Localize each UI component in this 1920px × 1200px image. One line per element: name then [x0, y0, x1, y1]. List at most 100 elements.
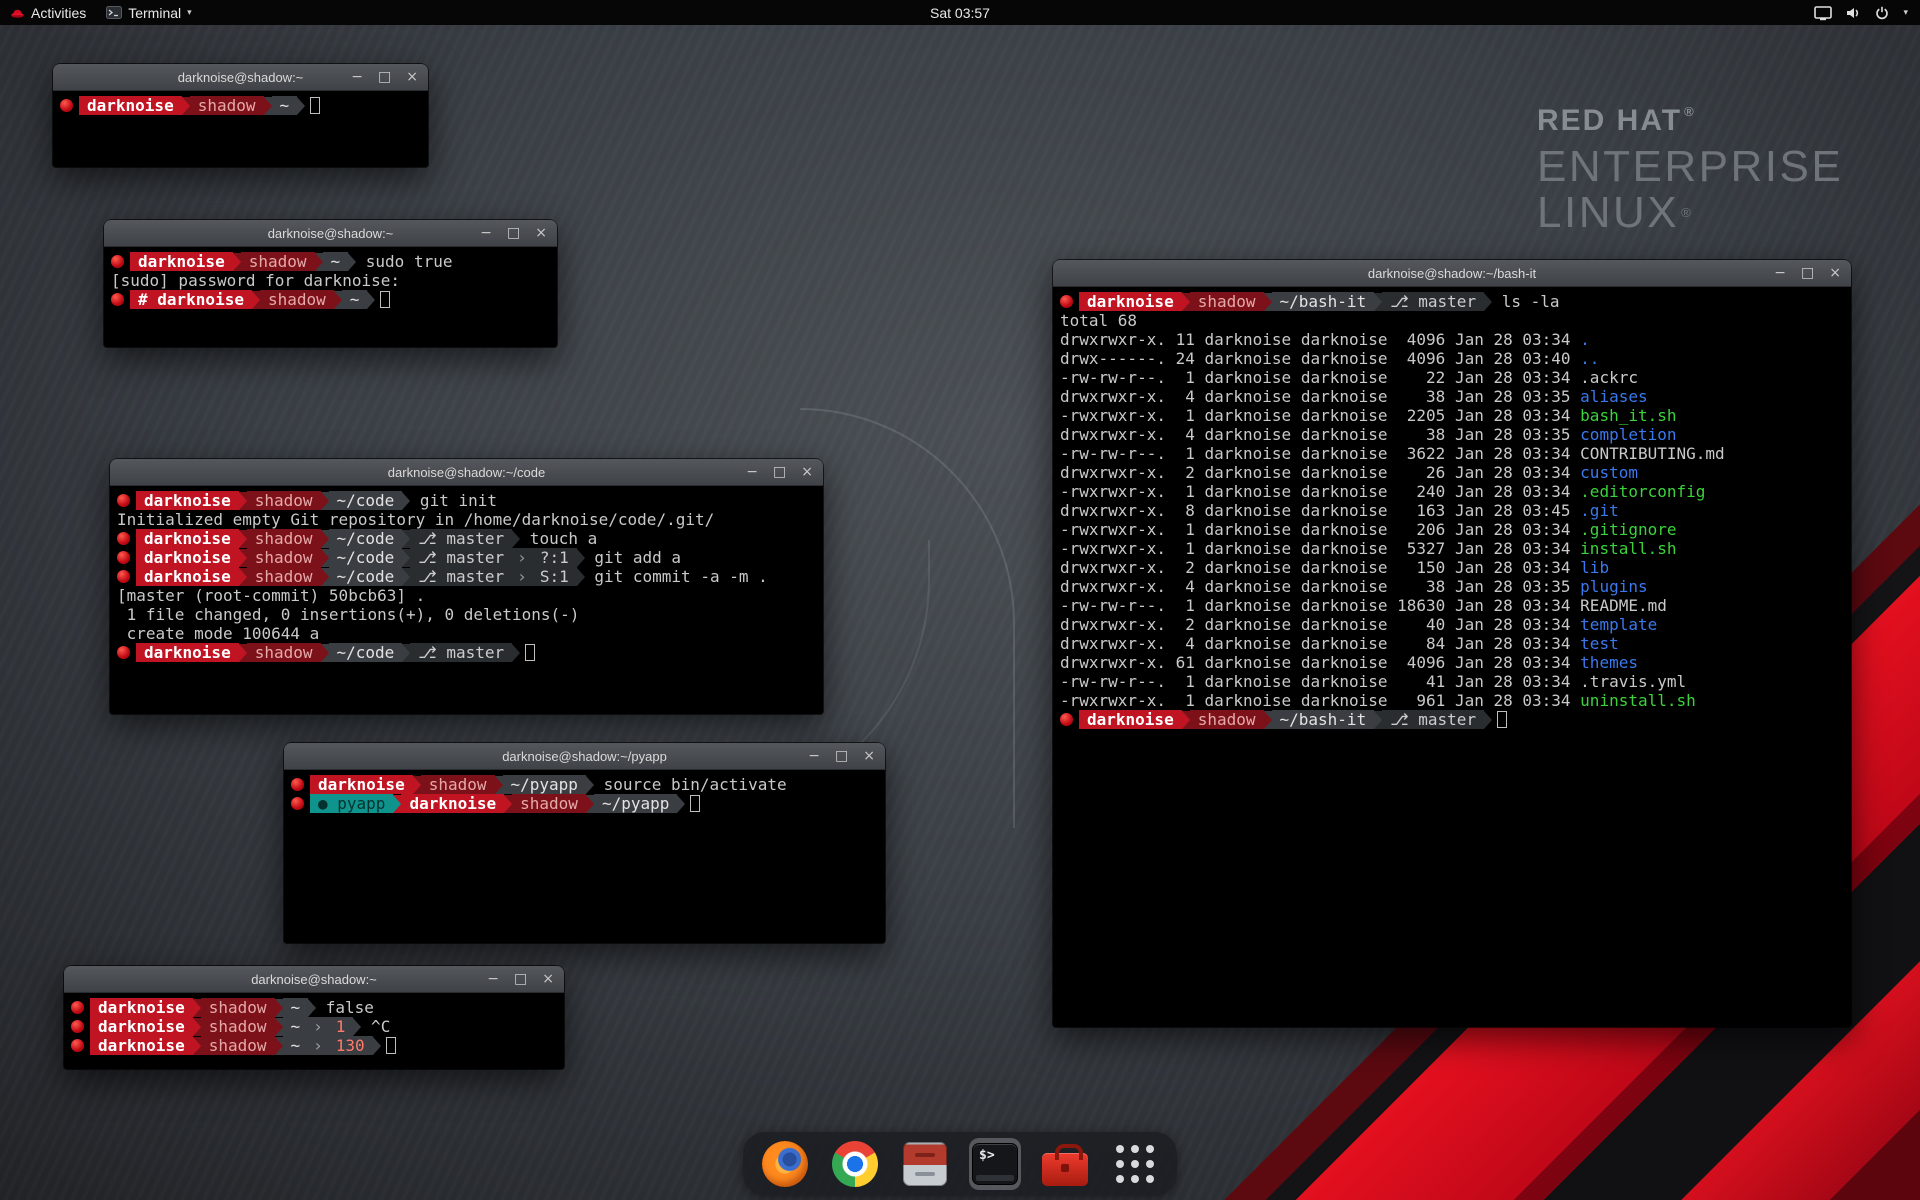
terminal-line: darknoiseshadow~/code⎇ master — [117, 643, 816, 662]
window-controls: − □ × — [808, 743, 875, 769]
minimize-button[interactable]: − — [1774, 266, 1786, 280]
files-icon — [903, 1142, 947, 1186]
maximize-button[interactable]: □ — [835, 749, 848, 763]
terminal-line: darknoiseshadow~/bash-it⎇ master ls -la — [1060, 292, 1844, 311]
dock-chrome[interactable] — [829, 1138, 881, 1190]
clock[interactable]: Sat 03:57 — [920, 0, 1000, 25]
prompt-arrow-icon — [275, 1037, 283, 1055]
prompt-arrow-icon — [321, 549, 329, 567]
redhat-prompt-icon — [111, 293, 124, 306]
prompt-segment-git: S:1 — [532, 567, 577, 586]
window-titlebar[interactable]: darknoise@shadow:~/pyapp−□× — [284, 743, 885, 770]
prompt-arrow-icon — [1182, 293, 1190, 311]
terminal-text: .gitignore — [1580, 520, 1676, 539]
terminal-text: custom — [1580, 463, 1638, 482]
terminal-window[interactable]: darknoise@shadow:~/code−□×darknoiseshado… — [110, 459, 823, 714]
maximize-button[interactable]: □ — [514, 972, 527, 986]
redhat-prompt-icon — [71, 1039, 84, 1052]
terminal-line: [sudo] password for darknoise: — [111, 271, 550, 290]
prompt-arrow-icon — [586, 776, 594, 794]
terminal-window[interactable]: darknoise@shadow:~/pyapp−□×darknoiseshad… — [284, 743, 885, 943]
terminal-text: Initialized empty Git repository in /hom… — [117, 510, 714, 529]
terminal-text: -rw-rw-r--. 1 darknoise darknoise 18630 … — [1060, 596, 1667, 615]
terminal-window[interactable]: darknoise@shadow:~/bash-it−□×darknoisesh… — [1053, 260, 1851, 1027]
maximize-button[interactable]: □ — [773, 465, 786, 479]
terminal-content[interactable]: darknoiseshadow~ sudo true[sudo] passwor… — [104, 247, 557, 347]
terminal-window[interactable]: darknoise@shadow:~−□×darknoiseshadow~ fa… — [64, 966, 564, 1069]
terminal-content[interactable]: darknoiseshadow~/pyapp source bin/activa… — [284, 770, 885, 943]
maximize-button[interactable]: □ — [1801, 266, 1814, 280]
terminal-text: drwxrwxr-x. 2 darknoise darknoise 26 Jan… — [1060, 463, 1580, 482]
prompt-arrow-icon — [239, 492, 247, 510]
minimize-button[interactable]: − — [487, 972, 499, 986]
window-controls: − □ × — [351, 64, 418, 90]
dock-files[interactable] — [899, 1138, 951, 1190]
prompt-arrow-icon — [1484, 293, 1492, 311]
prompt-segment-user: # darknoise — [130, 290, 252, 309]
dock-firefox[interactable] — [759, 1138, 811, 1190]
terminal-text: install.sh — [1580, 539, 1676, 558]
terminal-text: template — [1580, 615, 1657, 634]
terminal-line: darknoiseshadow~/code⎇ master›S:1 git co… — [117, 567, 816, 586]
terminal-content[interactable]: darknoiseshadow~ — [53, 91, 428, 167]
terminal-cursor — [690, 795, 700, 812]
prompt-segment-user: darknoise — [1079, 292, 1182, 311]
prompt-segment-git: ⎇ master — [1382, 710, 1484, 729]
terminal-line: -rw-rw-r--. 1 darknoise darknoise 3622 J… — [1060, 444, 1844, 463]
prompt-segment-path: ~ — [283, 1036, 309, 1055]
window-titlebar[interactable]: darknoise@shadow:~−□× — [64, 966, 564, 993]
terminal-content[interactable]: darknoiseshadow~/code git initInitialize… — [110, 486, 823, 714]
terminal-window[interactable]: darknoise@shadow:~−□×darknoiseshadow~ su… — [104, 220, 557, 347]
terminal-content[interactable]: darknoiseshadow~/bash-it⎇ master ls -la t… — [1053, 287, 1851, 1027]
top-bar: Activities Terminal ▾ Sat 03:57 — [0, 0, 1920, 25]
dock-toolbox[interactable] — [1039, 1138, 1091, 1190]
prompt-arrow-icon — [367, 291, 375, 309]
terminal-content[interactable]: darknoiseshadow~ false darknoiseshadow~›1… — [64, 993, 564, 1069]
prompt-segment-host: shadow — [247, 529, 321, 548]
window-titlebar[interactable]: darknoise@shadow:~/bash-it−□× — [1053, 260, 1851, 287]
minimize-button[interactable]: − — [746, 465, 758, 479]
minimize-button[interactable]: − — [480, 226, 492, 240]
maximize-button[interactable]: □ — [507, 226, 520, 240]
redhat-prompt-icon — [117, 551, 130, 564]
prompt-arrow-icon — [321, 644, 329, 662]
close-button[interactable]: × — [1829, 266, 1841, 280]
prompt-segment-path: ~/pyapp — [594, 794, 677, 813]
prompt-segment-host: shadow — [260, 290, 334, 309]
close-button[interactable]: × — [863, 749, 875, 763]
close-button[interactable]: × — [535, 226, 547, 240]
window-titlebar[interactable]: darknoise@shadow:~−□× — [104, 220, 557, 247]
prompt-arrow-icon — [402, 530, 410, 548]
minimize-button[interactable]: − — [808, 749, 820, 763]
window-titlebar[interactable]: darknoise@shadow:~−□× — [53, 64, 428, 91]
terminal-text: drwxrwxr-x. 4 darknoise darknoise 84 Jan… — [1060, 634, 1580, 653]
terminal-window[interactable]: darknoise@shadow:~−□×darknoiseshadow~ — [53, 64, 428, 167]
terminal-line: darknoiseshadow~›130 — [71, 1036, 557, 1055]
close-button[interactable]: × — [801, 465, 813, 479]
maximize-button[interactable]: □ — [378, 70, 391, 84]
prompt-segment-user: darknoise — [136, 529, 239, 548]
terminal-line: create mode 100644 a — [117, 624, 816, 643]
dock-show-apps[interactable] — [1109, 1138, 1161, 1190]
activities-button[interactable]: Activities — [0, 0, 96, 25]
window-titlebar[interactable]: darknoise@shadow:~/code−□× — [110, 459, 823, 486]
app-menu-terminal[interactable]: Terminal ▾ — [96, 0, 201, 25]
system-menu[interactable]: ▾ — [1814, 4, 1920, 21]
dock-terminal[interactable]: $> — [969, 1138, 1021, 1190]
prompt-arrow-icon — [402, 644, 410, 662]
terminal-line: ● pyappdarknoiseshadow~/pyapp — [291, 794, 878, 813]
prompt-segment-git: ⎇ master — [410, 529, 512, 548]
prompt-segment-host: shadow — [247, 643, 321, 662]
close-button[interactable]: × — [406, 70, 418, 84]
terminal-text: [sudo] password for darknoise: — [111, 271, 410, 290]
redhat-prompt-icon — [1060, 295, 1073, 308]
redhat-prompt-icon — [1060, 713, 1073, 726]
terminal-line: darknoiseshadow~/code⎇ master touch a — [117, 529, 816, 548]
screen-icon — [1814, 5, 1832, 21]
prompt-arrow-icon — [275, 999, 283, 1017]
terminal-text: test — [1580, 634, 1619, 653]
prompt-arrow-icon — [586, 795, 594, 813]
close-button[interactable]: × — [542, 972, 554, 986]
minimize-button[interactable]: − — [351, 70, 363, 84]
terminal-line: darknoiseshadow~ false — [71, 998, 557, 1017]
